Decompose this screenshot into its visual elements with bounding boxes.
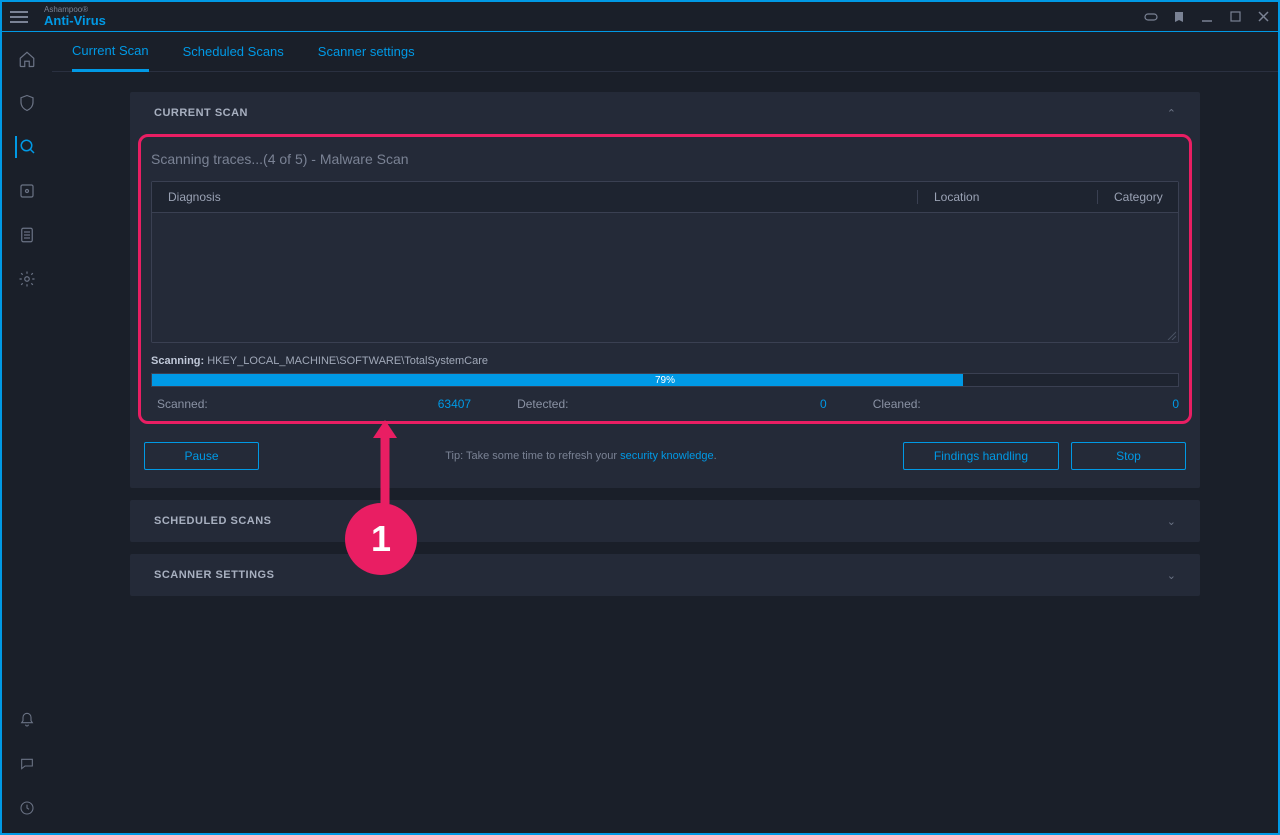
tabs: Current Scan Scheduled Scans Scanner set… [52,32,1278,72]
scan-path-label: Scanning: [151,355,204,367]
close-icon[interactable] [1256,10,1270,24]
results-table: Diagnosis Location Category [151,181,1179,343]
bell-icon[interactable] [16,709,38,731]
scan-stats: Scanned: 63407 Detected: 0 Cleaned: [151,397,1179,411]
gear-icon[interactable] [16,268,38,290]
findings-button[interactable]: Findings handling [903,442,1059,470]
list-icon[interactable] [16,224,38,246]
panel-header-current[interactable]: CURRENT SCAN ⌃ [130,92,1200,134]
scan-status: Scanning traces...(4 of 5) - Malware Sca… [151,151,1179,167]
tip-link[interactable]: security knowledge [620,450,714,462]
clock-icon[interactable] [16,797,38,819]
brand-main: Anti-Virus [44,14,106,27]
tab-scheduled-scans[interactable]: Scheduled Scans [183,32,284,72]
table-body [152,212,1178,342]
minimize-icon[interactable] [1200,10,1214,24]
titlebar: Ashampoo® Anti-Virus [2,2,1278,32]
chevron-down-icon: ⌄ [1167,515,1176,528]
cleaned-value: 0 [1172,397,1179,411]
scan-highlight-box: Scanning traces...(4 of 5) - Malware Sca… [138,134,1192,424]
panel-scheduled-scans: SCHEDULED SCANS ⌄ [130,500,1200,542]
menu-icon[interactable] [10,5,34,29]
col-diagnosis[interactable]: Diagnosis [152,190,918,204]
search-icon[interactable] [15,136,37,158]
scanned-value: 63407 [438,397,471,411]
scan-path-value: HKEY_LOCAL_MACHINE\SOFTWARE\TotalSystemC… [207,355,488,367]
maximize-icon[interactable] [1228,10,1242,24]
panel-current-scan: CURRENT SCAN ⌃ Scanning traces...(4 of 5… [130,92,1200,488]
progress-bar: 79% [151,373,1179,387]
chat-icon[interactable] [16,753,38,775]
note-icon[interactable] [1172,10,1186,24]
resize-handle-icon[interactable] [1166,330,1176,340]
panel-title: CURRENT SCAN [154,107,248,119]
panel-scanner-settings: SCANNER SETTINGS ⌄ [130,554,1200,596]
box-icon[interactable] [16,180,38,202]
sidebar [2,32,52,833]
scanned-label: Scanned: [157,397,208,411]
chevron-up-icon: ⌃ [1167,107,1176,120]
brand: Ashampoo® Anti-Virus [44,6,106,27]
panel-header-scheduled[interactable]: SCHEDULED SCANS ⌄ [130,500,1200,542]
detected-label: Detected: [517,397,568,411]
panel-header-settings[interactable]: SCANNER SETTINGS ⌄ [130,554,1200,596]
tip-text: Tip: Take some time to refresh your secu… [271,450,891,462]
cleaned-label: Cleaned: [873,397,921,411]
panel-title: SCANNER SETTINGS [154,569,274,581]
gamepad-icon[interactable] [1144,10,1158,24]
chevron-down-icon: ⌄ [1167,569,1176,582]
shield-icon[interactable] [16,92,38,114]
tab-current-scan[interactable]: Current Scan [72,32,149,72]
col-location[interactable]: Location [918,190,1098,204]
stop-button[interactable]: Stop [1071,442,1186,470]
progress-text: 79% [152,374,1178,388]
scan-path: Scanning: HKEY_LOCAL_MACHINE\SOFTWARE\To… [151,355,1179,367]
home-icon[interactable] [16,48,38,70]
pause-button[interactable]: Pause [144,442,259,470]
col-category[interactable]: Category [1098,190,1178,204]
panel-title: SCHEDULED SCANS [154,515,272,527]
detected-value: 0 [820,397,827,411]
tab-scanner-settings[interactable]: Scanner settings [318,32,415,72]
